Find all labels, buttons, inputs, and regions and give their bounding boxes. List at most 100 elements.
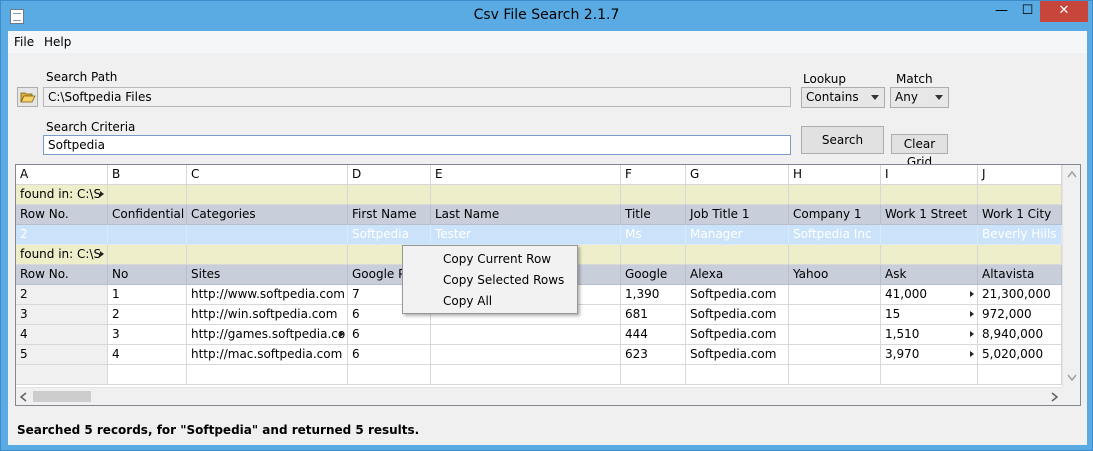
- column-header[interactable]: H: [789, 165, 881, 185]
- maximize-button[interactable]: ☐: [1015, 1, 1040, 22]
- table-cell[interactable]: 2: [16, 285, 108, 305]
- table-row[interactable]: 2 Softpedia Tester Ms Manager Softpedia …: [16, 225, 1062, 245]
- search-path-label: Search Path: [46, 70, 118, 84]
- table-cell[interactable]: 444: [621, 325, 686, 345]
- table-cell[interactable]: Softpedia.com: [686, 285, 789, 305]
- table-cell[interactable]: 5,020,000: [978, 345, 1062, 365]
- column-header[interactable]: F: [621, 165, 686, 185]
- table-cell[interactable]: Beverly Hills: [978, 225, 1062, 245]
- table-cell[interactable]: Softpedia: [348, 225, 431, 245]
- table-cell[interactable]: 8,940,000: [978, 325, 1062, 345]
- table-cell[interactable]: 4: [108, 345, 187, 365]
- column-header[interactable]: D: [348, 165, 431, 185]
- column-header[interactable]: I: [881, 165, 978, 185]
- table-cell[interactable]: 6: [348, 345, 431, 365]
- table-cell[interactable]: http://www.softpedia.com: [187, 285, 348, 305]
- expand-arrow-icon[interactable]: [970, 291, 974, 297]
- expand-arrow-icon[interactable]: [970, 311, 974, 317]
- table-row[interactable]: 4 3 http://games.softpedia.co 6 444 Soft…: [16, 325, 1062, 345]
- scrollbar-thumb[interactable]: [33, 391, 91, 402]
- scroll-down-icon[interactable]: [1067, 374, 1077, 382]
- table-cell[interactable]: 623: [621, 345, 686, 365]
- scroll-right-icon[interactable]: [1051, 392, 1059, 402]
- table-cell[interactable]: 4: [16, 325, 108, 345]
- table-cell[interactable]: [431, 325, 621, 345]
- subheader-cell: Company 1: [789, 205, 881, 225]
- scroll-left-icon[interactable]: [19, 392, 27, 402]
- table-cell[interactable]: 1,390: [621, 285, 686, 305]
- column-header[interactable]: A: [16, 165, 108, 185]
- title-bar[interactable]: Csv File Search 2.1.7 — ☐ ✕: [1, 1, 1092, 31]
- table-cell[interactable]: Softpedia Inc: [789, 225, 881, 245]
- search-criteria-input[interactable]: Softpedia: [43, 135, 791, 155]
- table-cell[interactable]: Manager: [686, 225, 789, 245]
- browse-folder-button[interactable]: [17, 87, 38, 107]
- table-cell[interactable]: 21,300,000: [978, 285, 1062, 305]
- table-cell[interactable]: Softpedia.com: [686, 345, 789, 365]
- table-cell[interactable]: 15: [881, 305, 978, 325]
- subheader-cell: Confidential: [108, 205, 187, 225]
- table-cell[interactable]: 3,970: [881, 345, 978, 365]
- table-cell[interactable]: http://games.softpedia.co: [187, 325, 348, 345]
- horizontal-scrollbar[interactable]: [16, 387, 1062, 405]
- table-cell[interactable]: 41,000: [881, 285, 978, 305]
- expand-arrow-icon[interactable]: [100, 191, 104, 197]
- table-cell[interactable]: 3: [108, 325, 187, 345]
- table-cell[interactable]: 1,510: [881, 325, 978, 345]
- column-header[interactable]: E: [431, 165, 621, 185]
- subheader-cell: Last Name: [431, 205, 621, 225]
- table-cell[interactable]: 972,000: [978, 305, 1062, 325]
- table-cell[interactable]: 1: [108, 285, 187, 305]
- table-cell[interactable]: [789, 325, 881, 345]
- table-cell[interactable]: [431, 345, 621, 365]
- table-cell[interactable]: 6: [348, 325, 431, 345]
- table-cell[interactable]: Softpedia.com: [686, 305, 789, 325]
- table-cell[interactable]: http://mac.softpedia.com: [187, 345, 348, 365]
- table-cell[interactable]: 3: [16, 305, 108, 325]
- menu-file[interactable]: File: [14, 35, 34, 49]
- close-button[interactable]: ✕: [1040, 1, 1088, 22]
- subheader-cell: Row No.: [16, 265, 108, 285]
- match-label: Match: [896, 72, 933, 86]
- copy-selected-rows-item[interactable]: Copy Selected Rows: [443, 273, 564, 287]
- copy-all-item[interactable]: Copy All: [443, 294, 492, 308]
- search-button[interactable]: Search: [801, 126, 884, 154]
- subheader-cell: No: [108, 265, 187, 285]
- table-row[interactable]: 5 4 http://mac.softpedia.com 6 623 Softp…: [16, 345, 1062, 365]
- table-cell[interactable]: [789, 345, 881, 365]
- table-cell[interactable]: [881, 225, 978, 245]
- expand-arrow-icon[interactable]: [970, 331, 974, 337]
- table-cell[interactable]: 681: [621, 305, 686, 325]
- clear-grid-button[interactable]: Clear Grid: [891, 134, 948, 169]
- group-label[interactable]: found in: C:\S: [16, 245, 108, 265]
- table-cell[interactable]: 2: [108, 305, 187, 325]
- scroll-up-icon[interactable]: [1067, 170, 1077, 178]
- table-cell[interactable]: 5: [16, 345, 108, 365]
- minimize-button[interactable]: —: [988, 1, 1015, 22]
- column-header[interactable]: C: [187, 165, 348, 185]
- column-header[interactable]: J: [978, 165, 1062, 185]
- table-cell[interactable]: [789, 285, 881, 305]
- table-cell[interactable]: Ms: [621, 225, 686, 245]
- menu-help[interactable]: Help: [44, 35, 71, 49]
- table-cell[interactable]: [789, 305, 881, 325]
- table-cell[interactable]: [187, 225, 348, 245]
- search-path-field[interactable]: C:\Softpedia Files: [43, 87, 791, 107]
- expand-arrow-icon[interactable]: [970, 351, 974, 357]
- match-dropdown[interactable]: Any: [890, 87, 949, 108]
- column-header[interactable]: B: [108, 165, 187, 185]
- group-label[interactable]: found in: C:\S: [16, 185, 108, 205]
- copy-current-row-item[interactable]: Copy Current Row: [443, 252, 551, 266]
- column-header[interactable]: G: [686, 165, 789, 185]
- expand-arrow-icon[interactable]: [340, 331, 344, 337]
- table-cell[interactable]: 2: [16, 225, 108, 245]
- table-cell[interactable]: Softpedia.com: [686, 325, 789, 345]
- empty-row[interactable]: [16, 365, 1062, 385]
- table-cell[interactable]: [108, 225, 187, 245]
- table-cell[interactable]: Tester: [431, 225, 621, 245]
- lookup-dropdown[interactable]: Contains: [801, 87, 885, 108]
- table-cell[interactable]: http://win.softpedia.com: [187, 305, 348, 325]
- vertical-scrollbar[interactable]: [1062, 165, 1080, 387]
- expand-arrow-icon[interactable]: [100, 251, 104, 257]
- group-row[interactable]: found in: C:\S: [16, 185, 1062, 205]
